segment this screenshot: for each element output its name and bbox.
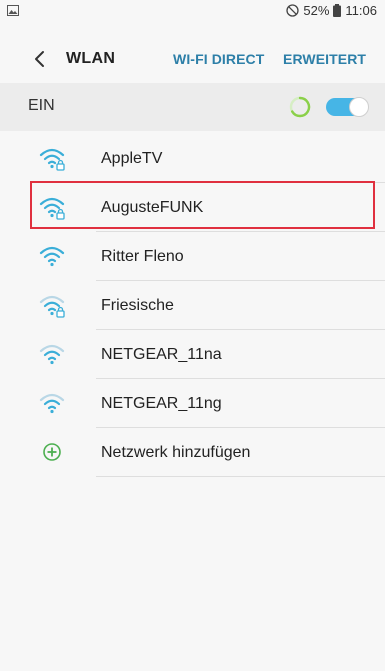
page-title: WLAN <box>66 50 116 67</box>
network-item[interactable]: NETGEAR_11na <box>0 330 385 379</box>
wifi-weak-icon <box>39 344 65 365</box>
add-network-label: Netzwerk hinzufügen <box>101 444 251 461</box>
network-item[interactable]: Friesische <box>0 281 385 330</box>
wlan-toggle-row[interactable]: EIN <box>0 83 385 131</box>
clock: 11:06 <box>345 3 377 18</box>
gallery-notification-icon <box>7 5 19 16</box>
scanning-spinner-icon <box>289 96 311 118</box>
wifi-weak-secured-icon <box>39 295 65 318</box>
app-bar: WLAN WI-FI DIRECT ERWEITERT <box>0 40 385 78</box>
wifi-secured-icon <box>39 197 65 220</box>
back-arrow-icon[interactable] <box>28 47 52 71</box>
network-name: Friesische <box>101 297 174 314</box>
network-item[interactable]: AppleTV <box>0 134 385 183</box>
network-item[interactable]: AugusteFUNK <box>0 183 385 232</box>
network-item[interactable]: NETGEAR_11ng <box>0 379 385 428</box>
wifi-secured-icon <box>39 148 65 171</box>
network-name: AugusteFUNK <box>101 199 204 216</box>
network-name: NETGEAR_11na <box>101 346 222 363</box>
wlan-state-label: EIN <box>28 97 55 114</box>
do-not-disturb-icon <box>286 4 300 17</box>
wifi-direct-button[interactable]: WI-FI DIRECT <box>173 51 264 67</box>
add-icon <box>43 443 61 461</box>
advanced-button[interactable]: ERWEITERT <box>283 51 366 67</box>
network-item[interactable]: Ritter Fleno <box>0 232 385 281</box>
status-bar: 52% 11:06 <box>0 0 385 22</box>
battery-percentage: 52% <box>303 3 330 18</box>
divider <box>96 476 385 477</box>
battery-icon <box>333 4 342 17</box>
wifi-icon <box>39 246 65 267</box>
wifi-weak-icon <box>39 393 65 414</box>
network-name: Ritter Fleno <box>101 248 184 265</box>
wlan-toggle-switch[interactable] <box>326 97 369 117</box>
network-name: AppleTV <box>101 150 163 167</box>
network-list: AppleTV AugusteFUNK Ritter Fleno Friesis… <box>0 134 385 477</box>
add-network-item[interactable]: Netzwerk hinzufügen <box>0 428 385 477</box>
network-name: NETGEAR_11ng <box>101 395 222 412</box>
toggle-knob <box>349 97 369 117</box>
